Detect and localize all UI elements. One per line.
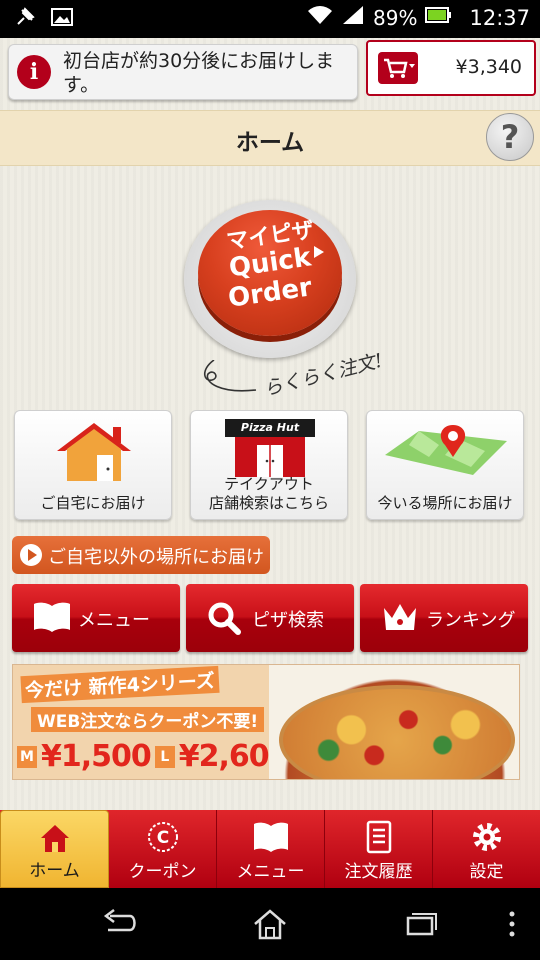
receipt-icon — [366, 820, 391, 854]
pin-icon — [14, 6, 36, 32]
app-screen: i 初台店が約30分後にお届けします。 ¥3,340 ホーム ? マイピザ Qu… — [0, 38, 540, 888]
coupon-icon: C — [147, 822, 178, 852]
nav-menu[interactable]: メニュー — [217, 810, 325, 888]
promo-banner[interactable]: 今だけ 新作4シリーズ WEB注文ならクーポン不要! M ¥1,500 L ¥2… — [12, 664, 520, 780]
nav-order-history[interactable]: 注文履歴 — [325, 810, 433, 888]
nav-home[interactable]: ホーム — [0, 810, 109, 888]
book-icon — [34, 602, 70, 632]
home-delivery-tile[interactable]: ご自宅にお届け — [14, 410, 172, 520]
book-icon — [253, 822, 288, 852]
pizza-search-button[interactable]: ピザ検索 — [186, 584, 354, 652]
current-location-label: 今いる場所にお届け — [377, 494, 513, 512]
takeout-tile[interactable]: Pizza Hut テイクアウト 店舗検索はこちら — [190, 410, 348, 520]
search-icon — [208, 602, 241, 635]
home-icon — [40, 825, 69, 852]
bottom-nav: ホーム C クーポン メニュー 注文履歴 設定 — [0, 810, 540, 888]
signal-icon — [341, 4, 365, 31]
other-location-label: ご自宅以外の場所にお届け — [48, 547, 264, 568]
takeout-label-line2: 店舗検索はこちら — [208, 494, 329, 512]
battery-icon — [425, 5, 452, 30]
notice-text: 初台店が約30分後にお届けします。 — [63, 50, 335, 96]
takeout-label-line1: テイクアウト — [224, 475, 314, 493]
arrow-icon — [314, 246, 324, 258]
promo-headline: 今だけ 新作4シリーズ — [20, 665, 220, 704]
nav-settings-label: 設定 — [469, 862, 504, 882]
nav-coupon[interactable]: C クーポン — [109, 810, 217, 888]
system-nav-bar — [0, 888, 540, 960]
crown-icon — [384, 604, 416, 630]
promo-prices: M ¥1,500 L ¥2,600 — [17, 739, 290, 774]
title-bar: ホーム ? — [0, 110, 540, 166]
recent-apps-icon[interactable] — [400, 908, 440, 940]
cart-button[interactable]: ¥3,340 — [366, 40, 536, 96]
home-delivery-label: ご自宅にお届け — [40, 494, 146, 512]
image-icon — [50, 6, 74, 32]
handwriting-curve — [203, 360, 257, 392]
back-icon[interactable] — [100, 908, 140, 938]
current-location-tile[interactable]: 今いる場所にお届け — [366, 410, 524, 520]
house-icon — [57, 423, 131, 481]
cart-total: ¥3,340 — [455, 56, 522, 78]
nav-order-history-label: 注文履歴 — [344, 862, 413, 882]
promo-text-area: 今だけ 新作4シリーズ WEB注文ならクーポン不要! M ¥1,500 L ¥2… — [13, 665, 290, 779]
gear-icon — [472, 823, 501, 851]
size-m-badge: M — [17, 745, 37, 768]
pizza-image — [279, 685, 515, 779]
pizza-search-label: ピザ検索 — [252, 610, 324, 631]
nav-menu-label: メニュー — [236, 862, 305, 882]
pizza-photo — [269, 665, 519, 779]
home-button-icon[interactable] — [252, 908, 288, 940]
price-m: ¥1,500 — [41, 739, 152, 774]
takeout-label: テイクアウト 店舗検索はこちら — [191, 475, 347, 513]
menu-button[interactable]: メニュー — [12, 584, 180, 652]
nav-settings[interactable]: 設定 — [433, 810, 540, 888]
svg-text:C: C — [156, 828, 168, 848]
store-icon — [235, 437, 305, 477]
quick-order-button[interactable]: マイピザ Quick Order — [184, 200, 356, 358]
info-icon: i — [17, 55, 51, 89]
help-button[interactable]: ? — [486, 113, 534, 161]
other-location-button[interactable]: ご自宅以外の場所にお届け — [12, 536, 270, 574]
ranking-button[interactable]: ランキング — [360, 584, 528, 652]
map-pin-icon — [385, 425, 507, 475]
wifi-icon — [307, 4, 333, 31]
promo-subtext: WEB注文ならクーポン不要! — [31, 707, 265, 732]
battery-percent: 89% — [373, 5, 418, 30]
play-icon — [20, 544, 42, 566]
nav-coupon-label: クーポン — [128, 862, 197, 882]
delivery-notice[interactable]: i 初台店が約30分後にお届けします。 — [8, 44, 358, 100]
ranking-label: ランキング — [426, 610, 516, 631]
menu-button-label: メニュー — [78, 610, 150, 631]
quick-order-face: マイピザ Quick Order — [198, 210, 342, 336]
status-bar: 89% 12:37 — [0, 0, 540, 38]
cart-icon — [378, 52, 418, 84]
clock: 12:37 — [469, 5, 530, 30]
page-title: ホーム — [235, 130, 305, 156]
size-l-badge: L — [154, 745, 175, 768]
overflow-menu-icon[interactable] — [506, 908, 518, 940]
pizza-hut-logo: Pizza Hut — [225, 419, 315, 437]
nav-home-label: ホーム — [29, 861, 80, 881]
